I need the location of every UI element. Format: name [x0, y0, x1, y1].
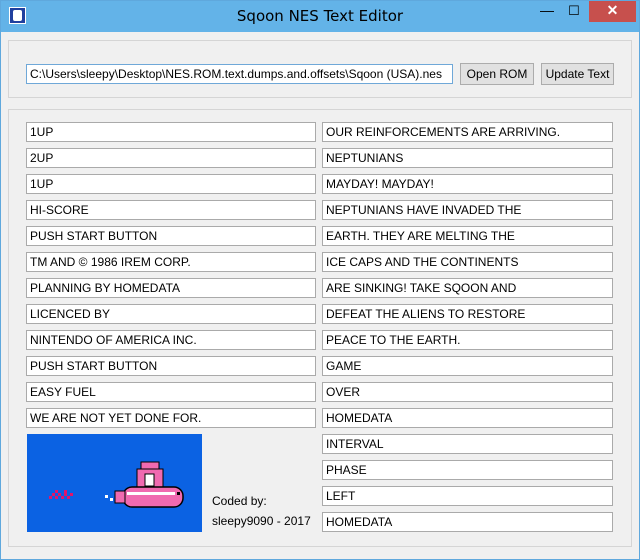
text-field-right[interactable]: DEFEAT THE ALIENS TO RESTORE [322, 304, 613, 324]
maximize-icon[interactable]: ☐ [561, 1, 587, 22]
minimize-icon[interactable]: — [534, 1, 560, 22]
text-field-right[interactable]: MAYDAY! MAYDAY! [322, 174, 613, 194]
text-field-left[interactable]: TM AND © 1986 IREM CORP. [26, 252, 316, 272]
app-window: Sqoon NES Text Editor — ☐ ✕ C:\Users\sle… [0, 0, 640, 560]
text-field-right[interactable]: NEPTUNIANS HAVE INVADED THE [322, 200, 613, 220]
open-rom-button[interactable]: Open ROM [460, 63, 534, 85]
text-field-right[interactable]: INTERVAL [322, 434, 613, 454]
text-field-right[interactable]: OUR REINFORCEMENTS ARE ARRIVING. [322, 122, 613, 142]
submarine-icon [114, 461, 184, 508]
text-field-right[interactable]: PEACE TO THE EARTH. [322, 330, 613, 350]
text-field-right[interactable]: NEPTUNIANS [322, 148, 613, 168]
close-icon[interactable]: ✕ [589, 1, 636, 22]
text-field-right[interactable]: HOMEDATA [322, 512, 613, 532]
fish-icon [49, 490, 73, 499]
update-text-button[interactable]: Update Text [541, 63, 614, 85]
rom-path-input[interactable]: C:\Users\sleepy\Desktop\NES.ROM.text.dum… [26, 64, 453, 84]
text-field-left[interactable]: NINTENDO OF AMERICA INC. [26, 330, 316, 350]
submarine-sprite [49, 461, 184, 508]
text-field-left[interactable]: HI-SCORE [26, 200, 316, 220]
credit-label: Coded by: [212, 494, 267, 508]
text-field-right[interactable]: PHASE [322, 460, 613, 480]
text-field-left[interactable]: 2UP [26, 148, 316, 168]
text-field-right[interactable]: OVER [322, 382, 613, 402]
text-field-right[interactable]: LEFT [322, 486, 613, 506]
text-field-right[interactable]: ICE CAPS AND THE CONTINENTS [322, 252, 613, 272]
text-field-left[interactable]: PUSH START BUTTON [26, 356, 316, 376]
text-field-right[interactable]: HOMEDATA [322, 408, 613, 428]
text-field-right[interactable]: ARE SINKING! TAKE SQOON AND [322, 278, 613, 298]
text-field-left[interactable]: 1UP [26, 122, 316, 142]
text-field-left[interactable]: LICENCED BY [26, 304, 316, 324]
title-bar[interactable]: Sqoon NES Text Editor — ☐ ✕ [1, 1, 639, 32]
credit-author: sleepy9090 - 2017 [212, 514, 311, 528]
text-field-left[interactable]: EASY FUEL [26, 382, 316, 402]
text-field-right[interactable]: EARTH. THEY ARE MELTING THE [322, 226, 613, 246]
text-field-left[interactable]: PLANNING BY HOMEDATA [26, 278, 316, 298]
text-field-left[interactable]: WE ARE NOT YET DONE FOR. [26, 408, 316, 428]
text-field-left[interactable]: 1UP [26, 174, 316, 194]
text-field-right[interactable]: GAME [322, 356, 613, 376]
sqoon-preview-image [27, 434, 202, 532]
text-field-left[interactable]: PUSH START BUTTON [26, 226, 316, 246]
